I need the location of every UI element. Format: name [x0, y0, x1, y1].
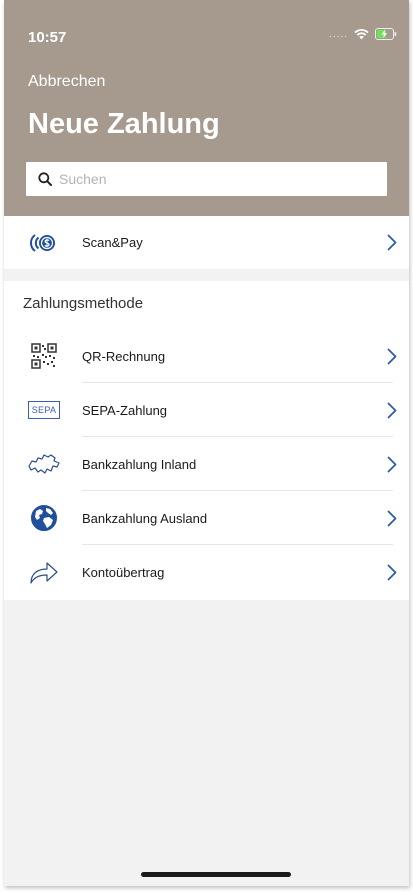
- method-row-kontouebertrag[interactable]: Kontoübertrag: [4, 545, 409, 599]
- chevron-right-icon: [387, 564, 397, 581]
- method-row-sepa-zahlung[interactable]: SEPA SEPA-Zahlung: [4, 383, 409, 437]
- sepa-icon-text: SEPA: [27, 401, 61, 419]
- wifi-icon: [354, 28, 369, 40]
- scan-pay-coin-icon: [24, 232, 64, 254]
- sepa-icon: SEPA: [24, 401, 64, 419]
- battery-charging-icon: [375, 28, 397, 40]
- search-input[interactable]: [59, 171, 387, 187]
- chevron-right-icon: [387, 234, 397, 251]
- method-label: Bankzahlung Ausland: [82, 510, 208, 526]
- page-title: Neue Zahlung: [28, 108, 220, 140]
- status-icons: .....: [329, 28, 397, 40]
- search-bar[interactable]: [26, 162, 387, 196]
- status-time: 10:57: [28, 29, 67, 46]
- chevron-right-icon: [387, 402, 397, 419]
- chevron-right-icon: [387, 348, 397, 365]
- chevron-right-icon: [387, 456, 397, 473]
- payment-methods-section: Zahlungsmethode QR-Rechnung SEPA SEPA-Za…: [4, 281, 409, 600]
- phone-screen: 10:57 ..... Abbrechen Neue Zahlung Suche…: [4, 0, 409, 886]
- status-bar: 10:57 .....: [4, 0, 409, 64]
- header: 10:57 ..... Abbrechen Neue Zahlung Suche…: [4, 0, 409, 216]
- method-label: QR-Rechnung: [82, 348, 166, 364]
- cancel-button[interactable]: Abbrechen: [28, 73, 105, 91]
- section-title: Zahlungsmethode: [23, 295, 144, 312]
- home-indicator[interactable]: [141, 872, 291, 877]
- method-label: Kontoübertrag: [82, 564, 165, 580]
- signal-icon: .....: [329, 28, 348, 40]
- scan-pay-label: Scan&Pay: [82, 235, 143, 250]
- method-row-bankzahlung-ausland[interactable]: Bankzahlung Ausland: [4, 491, 409, 545]
- search-icon: [38, 172, 52, 186]
- method-row-bankzahlung-inland[interactable]: Bankzahlung Inland: [4, 437, 409, 491]
- method-label: SEPA-Zahlung: [82, 402, 168, 418]
- scan-pay-row[interactable]: Scan&Pay: [4, 216, 409, 269]
- switzerland-map-icon: [24, 452, 64, 476]
- method-label: Bankzahlung Inland: [82, 456, 197, 472]
- chevron-right-icon: [387, 510, 397, 527]
- globe-icon: [24, 504, 64, 532]
- transfer-arrow-icon: [24, 558, 64, 586]
- method-row-qr-rechnung[interactable]: QR-Rechnung: [4, 329, 409, 383]
- qr-code-icon: [24, 343, 64, 369]
